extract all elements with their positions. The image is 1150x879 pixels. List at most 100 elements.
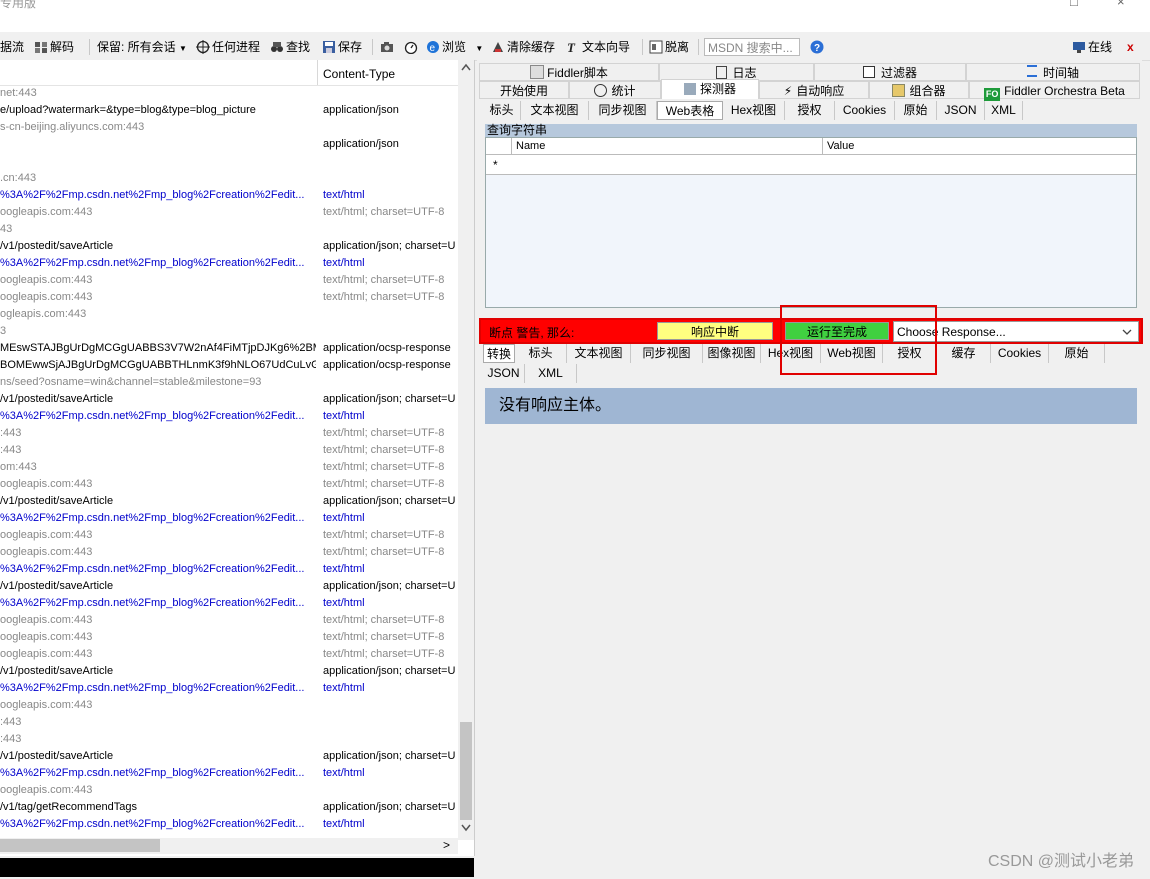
maximize-button[interactable]: □: [1070, 0, 1078, 9]
quickexec-bar[interactable]: [0, 858, 474, 877]
request-subtab[interactable]: 同步视图: [589, 101, 657, 120]
name-column-header[interactable]: Name: [516, 140, 545, 152]
stream-button[interactable]: 据流: [0, 39, 24, 55]
tab-inspectors[interactable]: 探测器: [661, 79, 759, 99]
table-row[interactable]: ns/seed?osname=win&channel=stable&milest…: [0, 374, 458, 391]
scroll-up-icon[interactable]: [461, 63, 471, 71]
table-row[interactable]: %3A%2F%2Fmp.csdn.net%2Fmp_blog%2Fcreatio…: [0, 595, 458, 612]
tab-autoresponder[interactable]: ⚡ 自动响应: [759, 81, 869, 99]
table-row[interactable]: oogleapis.com:443 text/html; charset=UTF-…: [0, 204, 458, 221]
table-row[interactable]: oogleapis.com:443 text/html; charset=UTF-…: [0, 629, 458, 646]
table-row[interactable]: /v1/tag/getRecommendTags application/json…: [0, 799, 458, 816]
grid-new-row[interactable]: [486, 155, 1136, 175]
table-row[interactable]: %3A%2F%2Fmp.csdn.net%2Fmp_blog%2Fcreatio…: [0, 408, 458, 425]
table-row[interactable]: e/upload?watermark=&type=blog&type=blog_…: [0, 102, 458, 119]
response-subtab[interactable]: JSON: [483, 364, 525, 383]
clear-cache-button[interactable]: 清除缓存: [491, 39, 555, 55]
tab-composer[interactable]: 组合器: [869, 81, 969, 99]
response-subtab[interactable]: 转换: [483, 344, 515, 363]
table-row[interactable]: oogleapis.com:443: [0, 697, 458, 714]
msdn-search-input[interactable]: MSDN 搜索中...: [704, 38, 800, 56]
table-row[interactable]: om:443 text/html; charset=UTF-8: [0, 459, 458, 476]
table-row[interactable]: /v1/postedit/saveArticle application/json…: [0, 663, 458, 680]
request-subtab[interactable]: Web表格: [657, 101, 723, 120]
table-row[interactable]: /v1/postedit/saveArticle application/json…: [0, 748, 458, 765]
table-row[interactable]: oogleapis.com:443 text/html; charset=UTF-…: [0, 527, 458, 544]
response-subtab[interactable]: 图像视图: [703, 344, 761, 363]
scroll-down-icon[interactable]: [461, 824, 471, 832]
table-row[interactable]: %3A%2F%2Fmp.csdn.net%2Fmp_blog%2Fcreatio…: [0, 680, 458, 697]
table-row[interactable]: %3A%2F%2Fmp.csdn.net%2Fmp_blog%2Fcreatio…: [0, 255, 458, 272]
text-wizard-button[interactable]: T 文本向导: [566, 39, 630, 55]
request-subtab[interactable]: 文本视图: [521, 101, 589, 120]
request-subtab[interactable]: Cookies: [835, 101, 895, 120]
horizontal-scroll-thumb[interactable]: [0, 839, 160, 852]
table-row[interactable]: :443 text/html; charset=UTF-8: [0, 442, 458, 459]
column-divider[interactable]: [317, 60, 318, 85]
find-button[interactable]: 查找: [270, 39, 310, 55]
request-subtab[interactable]: 授权: [785, 101, 835, 120]
table-row[interactable]: /v1/postedit/saveArticle application/json…: [0, 493, 458, 510]
response-subtab[interactable]: 缓存: [937, 344, 991, 363]
table-row[interactable]: BOMEwwSjAJBgUrDgMCGgUABBTHLnmK3f9hNLO67U…: [0, 357, 458, 374]
table-row[interactable]: oogleapis.com:443 text/html; charset=UTF-…: [0, 646, 458, 663]
online-status[interactable]: 在线: [1072, 39, 1112, 55]
table-row[interactable]: MEswSTAJBgUrDgMCGgUABBS3V7W2nAf4FiMTjpDJ…: [0, 340, 458, 357]
table-row[interactable]: %3A%2F%2Fmp.csdn.net%2Fmp_blog%2Fcreatio…: [0, 510, 458, 527]
tab-filters[interactable]: 过滤器: [814, 63, 966, 81]
response-subtab[interactable]: 同步视图: [631, 344, 703, 363]
keep-sessions-dropdown[interactable]: 保留: 所有会话 ▼: [97, 39, 187, 55]
response-subtab[interactable]: XML: [525, 364, 577, 383]
content-type-column-header[interactable]: Content-Type: [323, 67, 395, 81]
table-row[interactable]: [0, 153, 458, 170]
table-row[interactable]: oogleapis.com:443 text/html; charset=UTF-…: [0, 272, 458, 289]
table-row[interactable]: oogleapis.com:443: [0, 782, 458, 799]
table-row[interactable]: 43: [0, 221, 458, 238]
query-string-grid[interactable]: Name Value *: [485, 137, 1137, 308]
table-row[interactable]: s-cn-beijing.aliyuncs.com:443: [0, 119, 458, 136]
table-row[interactable]: net:443: [0, 85, 458, 102]
timer-button[interactable]: [404, 39, 420, 55]
tab-statistics[interactable]: 统计: [569, 81, 661, 99]
table-row[interactable]: oogleapis.com:443 text/html; charset=UTF-…: [0, 612, 458, 629]
tab-fiddler-script[interactable]: Fiddler脚本: [479, 63, 659, 81]
table-row[interactable]: :443: [0, 731, 458, 748]
close-window-button[interactable]: ×: [1117, 0, 1125, 9]
request-subtab[interactable]: JSON: [937, 101, 985, 120]
response-subtab[interactable]: Cookies: [991, 344, 1049, 363]
tab-get-started[interactable]: 开始使用: [479, 81, 569, 99]
help-button[interactable]: ?: [810, 39, 826, 55]
save-button[interactable]: 保存: [322, 39, 362, 55]
value-column-header[interactable]: Value: [827, 140, 854, 152]
table-row[interactable]: %3A%2F%2Fmp.csdn.net%2Fmp_blog%2Fcreatio…: [0, 561, 458, 578]
screenshot-button[interactable]: [380, 39, 396, 55]
request-subtab[interactable]: XML: [985, 101, 1023, 120]
tearoff-button[interactable]: 脱离: [649, 39, 689, 55]
tab-timeline[interactable]: 时间轴: [966, 63, 1140, 81]
response-subtab[interactable]: 原始: [1049, 344, 1105, 363]
table-row[interactable]: oogleapis.com:443 text/html; charset=UTF-…: [0, 289, 458, 306]
table-row[interactable]: 3: [0, 323, 458, 340]
table-row[interactable]: /v1/postedit/saveArticle application/json…: [0, 578, 458, 595]
table-row[interactable]: :443 text/html; charset=UTF-8: [0, 425, 458, 442]
table-row[interactable]: ogleapis.com:443: [0, 306, 458, 323]
table-row[interactable]: application/json: [0, 136, 458, 153]
request-subtab[interactable]: 原始: [895, 101, 937, 120]
table-row[interactable]: %3A%2F%2Fmp.csdn.net%2Fmp_blog%2Fcreatio…: [0, 187, 458, 204]
request-subtab[interactable]: 标头: [483, 101, 521, 120]
table-row[interactable]: oogleapis.com:443 text/html; charset=UTF-…: [0, 544, 458, 561]
table-row[interactable]: %3A%2F%2Fmp.csdn.net%2Fmp_blog%2Fcreatio…: [0, 816, 458, 833]
table-row[interactable]: :443: [0, 714, 458, 731]
vertical-scroll-thumb[interactable]: [460, 722, 472, 820]
decode-button[interactable]: 解码: [34, 39, 74, 55]
browse-button[interactable]: e 浏览 ▼: [426, 39, 483, 55]
response-subtab[interactable]: 标头: [515, 344, 567, 363]
toolbar-close-button[interactable]: x: [1127, 39, 1134, 55]
table-row[interactable]: /v1/postedit/saveArticle application/json…: [0, 238, 458, 255]
table-row[interactable]: oogleapis.com:443 text/html; charset=UTF-…: [0, 476, 458, 493]
table-row[interactable]: %3A%2F%2Fmp.csdn.net%2Fmp_blog%2Fcreatio…: [0, 765, 458, 782]
any-process-button[interactable]: 任何进程: [196, 39, 260, 55]
scroll-right-arrow[interactable]: >: [443, 838, 450, 852]
request-subtab[interactable]: Hex视图: [723, 101, 785, 120]
table-row[interactable]: .cn:443: [0, 170, 458, 187]
